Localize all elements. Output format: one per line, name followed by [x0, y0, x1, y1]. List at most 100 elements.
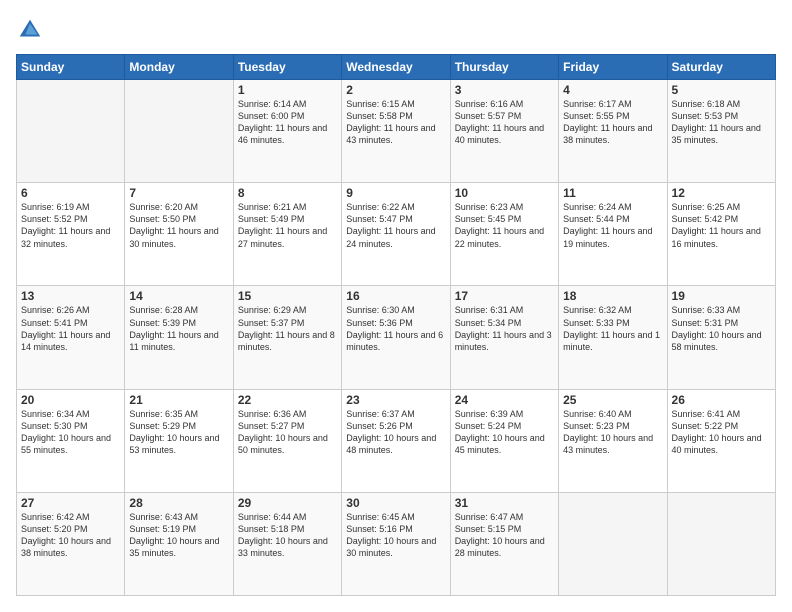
day-info: Sunrise: 6:23 AMSunset: 5:45 PMDaylight:…	[455, 201, 554, 250]
day-number: 17	[455, 289, 554, 303]
day-number: 21	[129, 393, 228, 407]
calendar-cell	[667, 492, 775, 595]
day-number: 5	[672, 83, 771, 97]
calendar-cell	[17, 80, 125, 183]
calendar-cell	[125, 80, 233, 183]
calendar-cell: 25Sunrise: 6:40 AMSunset: 5:23 PMDayligh…	[559, 389, 667, 492]
calendar-cell: 7Sunrise: 6:20 AMSunset: 5:50 PMDaylight…	[125, 183, 233, 286]
day-number: 9	[346, 186, 445, 200]
day-number: 13	[21, 289, 120, 303]
calendar-week-row: 20Sunrise: 6:34 AMSunset: 5:30 PMDayligh…	[17, 389, 776, 492]
day-info: Sunrise: 6:33 AMSunset: 5:31 PMDaylight:…	[672, 304, 771, 353]
calendar-cell: 15Sunrise: 6:29 AMSunset: 5:37 PMDayligh…	[233, 286, 341, 389]
day-info: Sunrise: 6:25 AMSunset: 5:42 PMDaylight:…	[672, 201, 771, 250]
day-number: 4	[563, 83, 662, 97]
calendar-cell	[559, 492, 667, 595]
day-number: 6	[21, 186, 120, 200]
day-info: Sunrise: 6:24 AMSunset: 5:44 PMDaylight:…	[563, 201, 662, 250]
day-info: Sunrise: 6:22 AMSunset: 5:47 PMDaylight:…	[346, 201, 445, 250]
day-info: Sunrise: 6:28 AMSunset: 5:39 PMDaylight:…	[129, 304, 228, 353]
day-of-week-header: Saturday	[667, 55, 775, 80]
calendar-cell: 13Sunrise: 6:26 AMSunset: 5:41 PMDayligh…	[17, 286, 125, 389]
day-number: 8	[238, 186, 337, 200]
calendar-week-row: 27Sunrise: 6:42 AMSunset: 5:20 PMDayligh…	[17, 492, 776, 595]
calendar-cell: 2Sunrise: 6:15 AMSunset: 5:58 PMDaylight…	[342, 80, 450, 183]
calendar-cell: 3Sunrise: 6:16 AMSunset: 5:57 PMDaylight…	[450, 80, 558, 183]
calendar-cell: 12Sunrise: 6:25 AMSunset: 5:42 PMDayligh…	[667, 183, 775, 286]
day-number: 11	[563, 186, 662, 200]
calendar-cell: 11Sunrise: 6:24 AMSunset: 5:44 PMDayligh…	[559, 183, 667, 286]
day-info: Sunrise: 6:16 AMSunset: 5:57 PMDaylight:…	[455, 98, 554, 147]
day-number: 14	[129, 289, 228, 303]
calendar-cell: 16Sunrise: 6:30 AMSunset: 5:36 PMDayligh…	[342, 286, 450, 389]
day-number: 12	[672, 186, 771, 200]
day-number: 28	[129, 496, 228, 510]
day-info: Sunrise: 6:44 AMSunset: 5:18 PMDaylight:…	[238, 511, 337, 560]
calendar-week-row: 1Sunrise: 6:14 AMSunset: 6:00 PMDaylight…	[17, 80, 776, 183]
day-info: Sunrise: 6:43 AMSunset: 5:19 PMDaylight:…	[129, 511, 228, 560]
day-number: 31	[455, 496, 554, 510]
day-of-week-header: Friday	[559, 55, 667, 80]
calendar-cell: 1Sunrise: 6:14 AMSunset: 6:00 PMDaylight…	[233, 80, 341, 183]
calendar-cell: 20Sunrise: 6:34 AMSunset: 5:30 PMDayligh…	[17, 389, 125, 492]
calendar-cell: 31Sunrise: 6:47 AMSunset: 5:15 PMDayligh…	[450, 492, 558, 595]
calendar-cell: 4Sunrise: 6:17 AMSunset: 5:55 PMDaylight…	[559, 80, 667, 183]
day-info: Sunrise: 6:42 AMSunset: 5:20 PMDaylight:…	[21, 511, 120, 560]
day-info: Sunrise: 6:37 AMSunset: 5:26 PMDaylight:…	[346, 408, 445, 457]
day-number: 20	[21, 393, 120, 407]
calendar-cell: 26Sunrise: 6:41 AMSunset: 5:22 PMDayligh…	[667, 389, 775, 492]
day-number: 19	[672, 289, 771, 303]
day-number: 25	[563, 393, 662, 407]
calendar-cell: 21Sunrise: 6:35 AMSunset: 5:29 PMDayligh…	[125, 389, 233, 492]
day-info: Sunrise: 6:40 AMSunset: 5:23 PMDaylight:…	[563, 408, 662, 457]
day-info: Sunrise: 6:41 AMSunset: 5:22 PMDaylight:…	[672, 408, 771, 457]
calendar-cell: 10Sunrise: 6:23 AMSunset: 5:45 PMDayligh…	[450, 183, 558, 286]
day-info: Sunrise: 6:15 AMSunset: 5:58 PMDaylight:…	[346, 98, 445, 147]
day-number: 2	[346, 83, 445, 97]
calendar-cell: 24Sunrise: 6:39 AMSunset: 5:24 PMDayligh…	[450, 389, 558, 492]
calendar-cell: 14Sunrise: 6:28 AMSunset: 5:39 PMDayligh…	[125, 286, 233, 389]
day-number: 10	[455, 186, 554, 200]
day-number: 7	[129, 186, 228, 200]
day-info: Sunrise: 6:20 AMSunset: 5:50 PMDaylight:…	[129, 201, 228, 250]
day-info: Sunrise: 6:34 AMSunset: 5:30 PMDaylight:…	[21, 408, 120, 457]
day-info: Sunrise: 6:39 AMSunset: 5:24 PMDaylight:…	[455, 408, 554, 457]
logo	[16, 16, 48, 44]
day-of-week-header: Tuesday	[233, 55, 341, 80]
day-info: Sunrise: 6:47 AMSunset: 5:15 PMDaylight:…	[455, 511, 554, 560]
day-number: 27	[21, 496, 120, 510]
calendar-cell: 8Sunrise: 6:21 AMSunset: 5:49 PMDaylight…	[233, 183, 341, 286]
day-info: Sunrise: 6:18 AMSunset: 5:53 PMDaylight:…	[672, 98, 771, 147]
day-info: Sunrise: 6:17 AMSunset: 5:55 PMDaylight:…	[563, 98, 662, 147]
page: SundayMondayTuesdayWednesdayThursdayFrid…	[0, 0, 792, 612]
calendar-cell: 9Sunrise: 6:22 AMSunset: 5:47 PMDaylight…	[342, 183, 450, 286]
calendar-week-row: 13Sunrise: 6:26 AMSunset: 5:41 PMDayligh…	[17, 286, 776, 389]
day-info: Sunrise: 6:45 AMSunset: 5:16 PMDaylight:…	[346, 511, 445, 560]
calendar-header-row: SundayMondayTuesdayWednesdayThursdayFrid…	[17, 55, 776, 80]
day-number: 15	[238, 289, 337, 303]
header	[16, 16, 776, 44]
calendar-cell: 19Sunrise: 6:33 AMSunset: 5:31 PMDayligh…	[667, 286, 775, 389]
day-of-week-header: Sunday	[17, 55, 125, 80]
day-info: Sunrise: 6:31 AMSunset: 5:34 PMDaylight:…	[455, 304, 554, 353]
day-info: Sunrise: 6:36 AMSunset: 5:27 PMDaylight:…	[238, 408, 337, 457]
day-number: 1	[238, 83, 337, 97]
day-info: Sunrise: 6:32 AMSunset: 5:33 PMDaylight:…	[563, 304, 662, 353]
calendar: SundayMondayTuesdayWednesdayThursdayFrid…	[16, 54, 776, 596]
calendar-week-row: 6Sunrise: 6:19 AMSunset: 5:52 PMDaylight…	[17, 183, 776, 286]
day-info: Sunrise: 6:26 AMSunset: 5:41 PMDaylight:…	[21, 304, 120, 353]
day-of-week-header: Thursday	[450, 55, 558, 80]
day-number: 23	[346, 393, 445, 407]
calendar-cell: 6Sunrise: 6:19 AMSunset: 5:52 PMDaylight…	[17, 183, 125, 286]
calendar-cell: 27Sunrise: 6:42 AMSunset: 5:20 PMDayligh…	[17, 492, 125, 595]
calendar-cell: 5Sunrise: 6:18 AMSunset: 5:53 PMDaylight…	[667, 80, 775, 183]
calendar-cell: 23Sunrise: 6:37 AMSunset: 5:26 PMDayligh…	[342, 389, 450, 492]
day-info: Sunrise: 6:21 AMSunset: 5:49 PMDaylight:…	[238, 201, 337, 250]
day-number: 18	[563, 289, 662, 303]
day-number: 3	[455, 83, 554, 97]
day-number: 22	[238, 393, 337, 407]
day-info: Sunrise: 6:35 AMSunset: 5:29 PMDaylight:…	[129, 408, 228, 457]
day-of-week-header: Monday	[125, 55, 233, 80]
day-number: 24	[455, 393, 554, 407]
logo-icon	[16, 16, 44, 44]
